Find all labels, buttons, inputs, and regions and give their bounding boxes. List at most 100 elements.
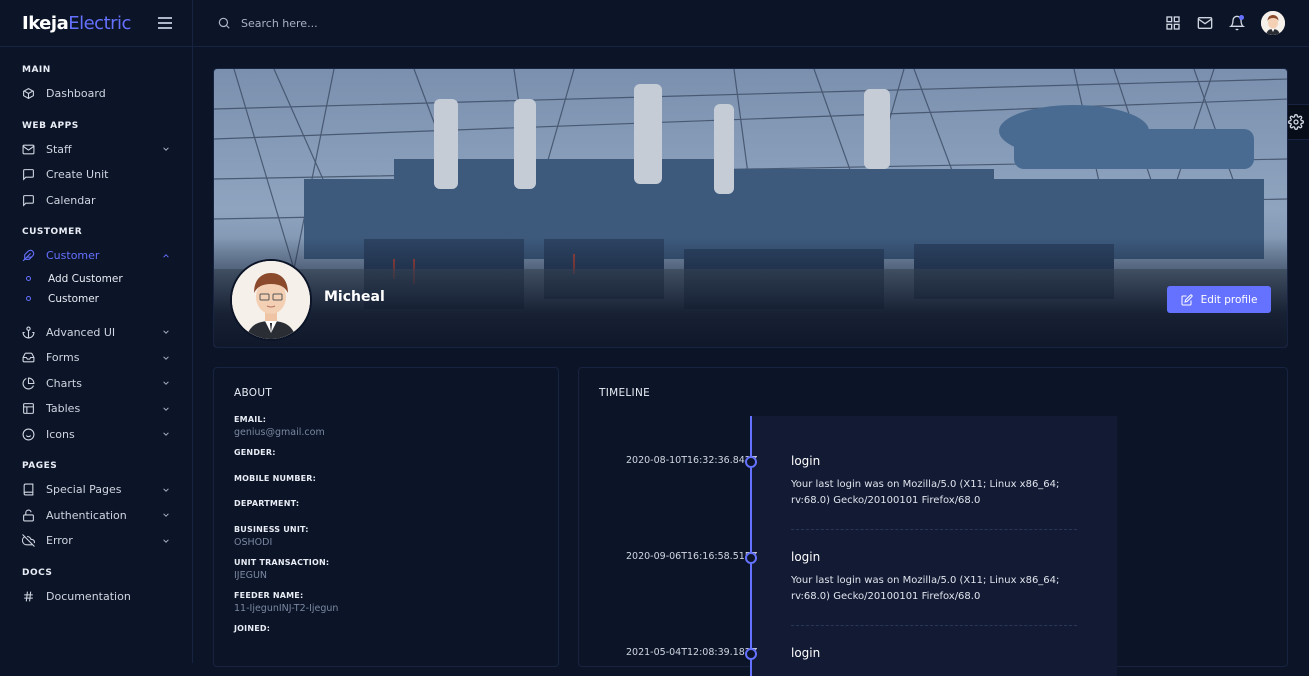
- about-card: ABOUT EMAIL: genius@gmail.com GENDER: MO…: [213, 367, 559, 667]
- mail-icon[interactable]: [1197, 15, 1213, 31]
- sidebar-item-label: Tables: [46, 402, 81, 416]
- book-icon: [22, 483, 35, 496]
- field-label: EMAIL:: [234, 415, 267, 424]
- brand-part1: Ikeja: [22, 12, 69, 34]
- field-value: 11-IjegunINJ-T2-Ijegun: [234, 602, 339, 614]
- pie-chart-icon: [22, 377, 35, 390]
- search-input[interactable]: [241, 16, 541, 30]
- about-field-unit-transaction: UNIT TRANSACTION: IJEGUN: [234, 558, 538, 581]
- chevron-down-icon: [163, 407, 169, 411]
- mail-icon: [22, 143, 35, 156]
- field-label: UNIT TRANSACTION:: [234, 557, 330, 567]
- sidebar-item-create-unit[interactable]: Create Unit: [0, 162, 192, 188]
- sidebar-item-calendar[interactable]: Calendar: [0, 188, 192, 214]
- profile-name: Micheal: [324, 289, 385, 305]
- sidebar-item-label: Dashboard: [46, 87, 106, 101]
- sidebar-item-customer[interactable]: Customer: [0, 243, 192, 269]
- cloud-off-icon: [22, 534, 35, 548]
- section-title-docs: DOCS: [22, 567, 53, 578]
- avatar-face-icon: [1261, 11, 1285, 35]
- edit-profile-button[interactable]: Edit profile: [1167, 286, 1271, 313]
- sidebar-item-label: Staff: [46, 142, 72, 156]
- layout-icon: [22, 402, 35, 415]
- field-value: genius@gmail.com: [234, 427, 325, 438]
- circle-bullet-icon: [26, 276, 31, 281]
- timeline-date: 2021-05-04T12:08:39.182Z: [626, 647, 758, 658]
- hash-icon: [22, 590, 35, 603]
- chevron-down-icon: [163, 147, 169, 152]
- section-title-main: MAIN: [22, 65, 51, 75]
- about-field-mobile: MOBILE NUMBER:: [234, 474, 538, 490]
- field-label: FEEDER NAME:: [234, 590, 304, 600]
- top-navbar: [193, 0, 1309, 47]
- sidebar-header: IkejaElectric: [0, 0, 192, 47]
- notification-dot: [1239, 15, 1244, 20]
- about-title: ABOUT: [234, 387, 273, 399]
- box-icon: [22, 87, 35, 100]
- chevron-down-icon: [163, 513, 169, 518]
- notifications-button[interactable]: [1228, 15, 1246, 31]
- sidebar-subitem-add-customer[interactable]: Add Customer: [0, 269, 192, 289]
- chevron-down-icon: [163, 330, 169, 335]
- field-label: GENDER:: [234, 448, 276, 457]
- section-title-web-apps: WEB APPS: [22, 120, 79, 131]
- about-field-business-unit: BUSINESS UNIT: OSHODI: [234, 525, 538, 548]
- timeline-date: 2020-08-10T16:32:36.842Z: [626, 455, 758, 466]
- sidebar-item-label: Authentication: [46, 508, 127, 522]
- sidebar-item-icons[interactable]: Icons: [0, 422, 192, 448]
- timeline-entry-desc: Your last login was on Mozilla/5.0 (X11;…: [791, 575, 1060, 602]
- sidebar-item-documentation[interactable]: Documentation: [0, 584, 192, 610]
- message-square-icon: [22, 168, 35, 181]
- edit-icon: [1181, 293, 1193, 305]
- section-title-customer: CUSTOMER: [22, 227, 83, 237]
- chevron-up-icon: [163, 253, 169, 258]
- sidebar-item-charts[interactable]: Charts: [0, 371, 192, 397]
- sidebar-item-label: Advanced UI: [46, 325, 116, 339]
- sidebar-item-label: Documentation: [46, 589, 131, 603]
- sidebar-item-staff[interactable]: Staff: [0, 137, 192, 163]
- grid-icon[interactable]: [1165, 15, 1181, 31]
- smile-icon: [22, 428, 35, 441]
- user-avatar[interactable]: [1261, 11, 1285, 35]
- profile-avatar: [230, 259, 312, 341]
- unlock-icon: [22, 509, 35, 522]
- sidebar-subitem-customer[interactable]: Customer: [0, 289, 192, 309]
- avatar-face-icon: [232, 261, 310, 339]
- timeline-separator: [791, 625, 1077, 626]
- sidebar-item-dashboard[interactable]: Dashboard: [0, 81, 192, 107]
- about-field-feeder-name: FEEDER NAME: 11-IjegunINJ-T2-Ijegun: [234, 591, 538, 614]
- sidebar-item-authentication[interactable]: Authentication: [0, 503, 192, 529]
- chevron-down-icon: [163, 381, 169, 386]
- top-icon-group: [1165, 11, 1285, 35]
- sidebar-item-label: Charts: [46, 376, 82, 390]
- brand-logo[interactable]: IkejaElectric: [22, 13, 131, 34]
- gear-icon: [1287, 114, 1304, 130]
- sidebar-nav: MAIN Dashboard WEB APPS Staff Create Uni…: [0, 47, 192, 609]
- timeline-card: TIMELINE 2020-08-10T16:32:36.842Z login …: [578, 367, 1288, 676]
- timeline-dot: [745, 648, 757, 660]
- field-value: IJEGUN: [234, 569, 268, 581]
- field-label: DEPARTMENT:: [234, 499, 300, 508]
- timeline-title: TIMELINE: [599, 387, 651, 399]
- sidebar: IkejaElectric MAIN Dashboard WEB APPS St…: [0, 0, 193, 663]
- timeline-entry-title: login: [791, 646, 821, 660]
- sidebar-item-advanced-ui[interactable]: Advanced UI: [0, 320, 192, 346]
- timeline-separator: [791, 529, 1077, 530]
- field-value: OSHODI: [234, 536, 273, 548]
- feather-icon: [22, 249, 35, 262]
- timeline-entry-title: login: [791, 454, 821, 468]
- sidebar-item-special-pages[interactable]: Special Pages: [0, 477, 192, 503]
- sidebar-item-error[interactable]: Error: [0, 528, 192, 554]
- brand-part2: Electric: [68, 12, 131, 34]
- profile-cover-card: Micheal Edit profile: [213, 68, 1288, 348]
- timeline-dot: [745, 456, 757, 468]
- sidebar-item-tables[interactable]: Tables: [0, 396, 192, 422]
- sidebar-subitem-label: Customer: [48, 292, 100, 305]
- message-square-icon: [22, 194, 35, 207]
- chevron-down-icon: [163, 488, 169, 492]
- sidebar-item-forms[interactable]: Forms: [0, 345, 192, 371]
- sidebar-item-label: Customer: [46, 249, 100, 263]
- sidebar-toggle-icon[interactable]: [158, 17, 172, 29]
- search-icon: [218, 17, 230, 29]
- about-field-department: DEPARTMENT:: [234, 499, 538, 515]
